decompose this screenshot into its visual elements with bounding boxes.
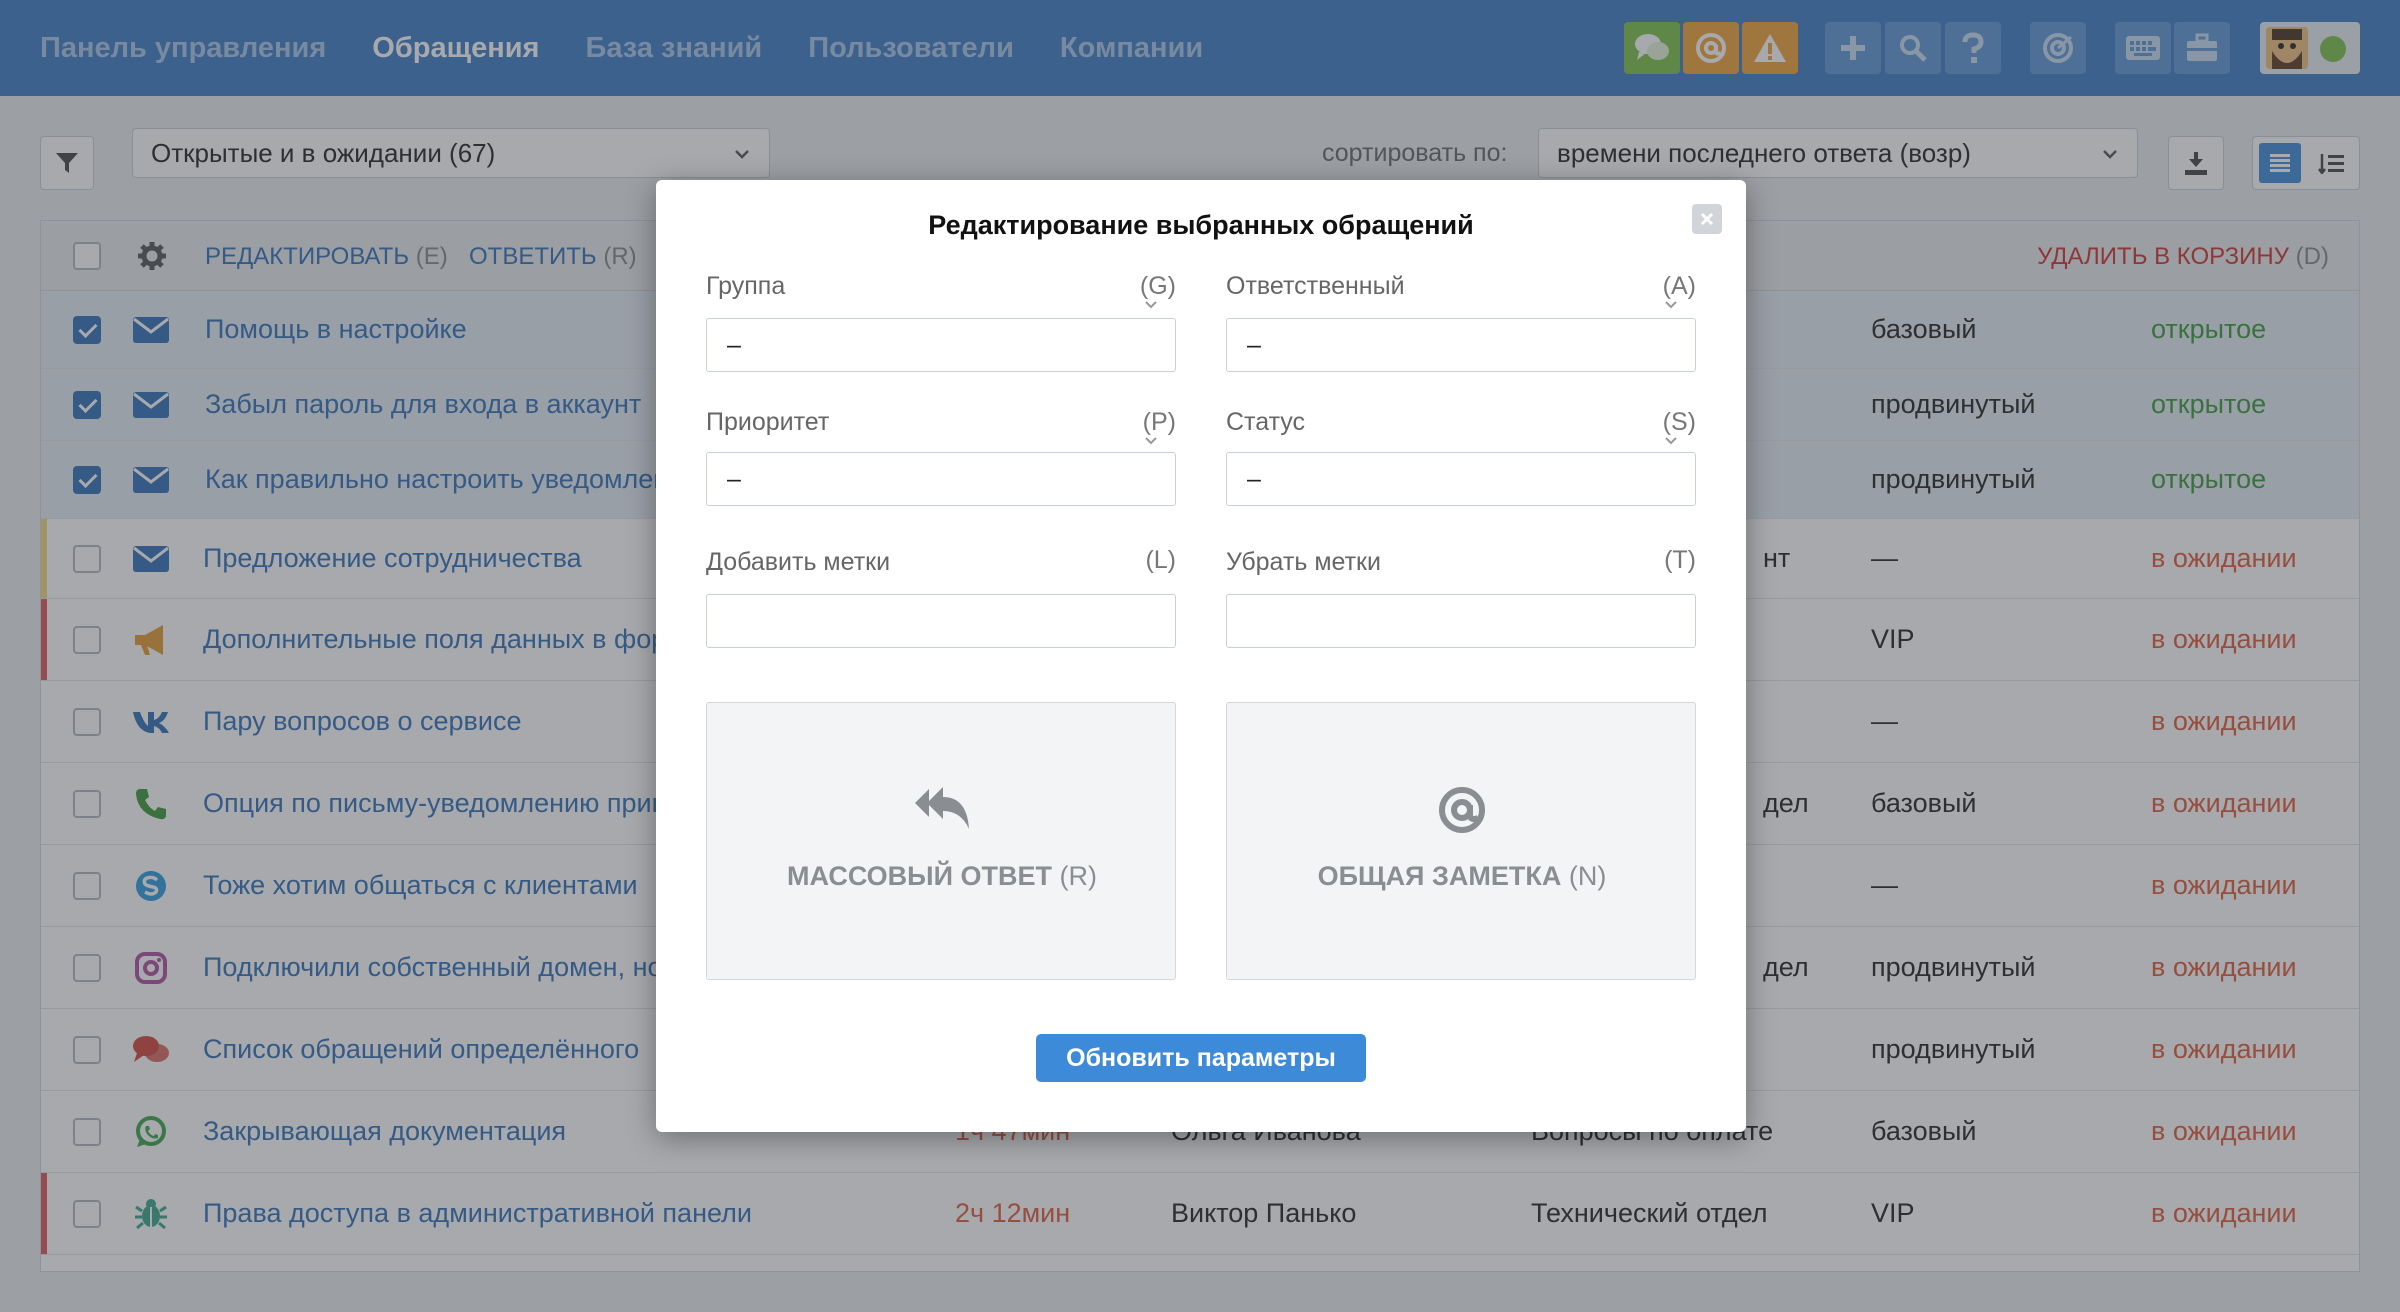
group-select[interactable]: – (706, 318, 1176, 372)
priority-label: Приоритет (706, 408, 830, 436)
chevron-down-icon (1145, 437, 1157, 445)
add-tags-input[interactable] (706, 594, 1176, 648)
status-shortcut: (S) (1596, 408, 1696, 445)
assignee-select[interactable]: – (1226, 318, 1696, 372)
assignee-label: Ответственный (1226, 272, 1405, 300)
add-tags-shortcut: (L) (1145, 546, 1176, 574)
assignee-shortcut: (A) (1596, 272, 1696, 309)
priority-select[interactable]: – (706, 452, 1176, 506)
status-select[interactable]: – (1226, 452, 1696, 506)
mass-reply-card[interactable]: МАССОВЫЙ ОТВЕТ (R) (706, 702, 1176, 980)
chevron-down-icon (1665, 437, 1677, 445)
at-icon (1439, 787, 1485, 833)
dialog-title: Редактирование выбранных обращений (928, 210, 1474, 240)
reply-all-icon (915, 787, 969, 829)
add-tags-label: Добавить метки (706, 548, 891, 576)
remove-tags-label: Убрать метки (1226, 548, 1381, 576)
chevron-down-icon (1665, 301, 1677, 309)
close-button[interactable] (1692, 204, 1722, 234)
bulk-edit-dialog: Редактирование выбранных обращений Групп… (656, 180, 1746, 1132)
priority-shortcut: (P) (1076, 408, 1176, 445)
group-shortcut: (G) (1076, 272, 1176, 309)
remove-tags-input[interactable] (1226, 594, 1696, 648)
group-label: Группа (706, 272, 786, 300)
remove-tags-shortcut: (T) (1664, 546, 1696, 574)
close-icon (1700, 212, 1714, 226)
common-note-label: ОБЩАЯ ЗАМЕТКА (N) (1317, 861, 1607, 891)
update-parameters-button[interactable]: Обновить параметры (1036, 1034, 1366, 1082)
status-label: Статус (1226, 408, 1306, 436)
chevron-down-icon (1145, 301, 1157, 309)
mass-reply-label: МАССОВЫЙ ОТВЕТ (R) (787, 861, 1097, 891)
common-note-card[interactable]: ОБЩАЯ ЗАМЕТКА (N) (1226, 702, 1696, 980)
